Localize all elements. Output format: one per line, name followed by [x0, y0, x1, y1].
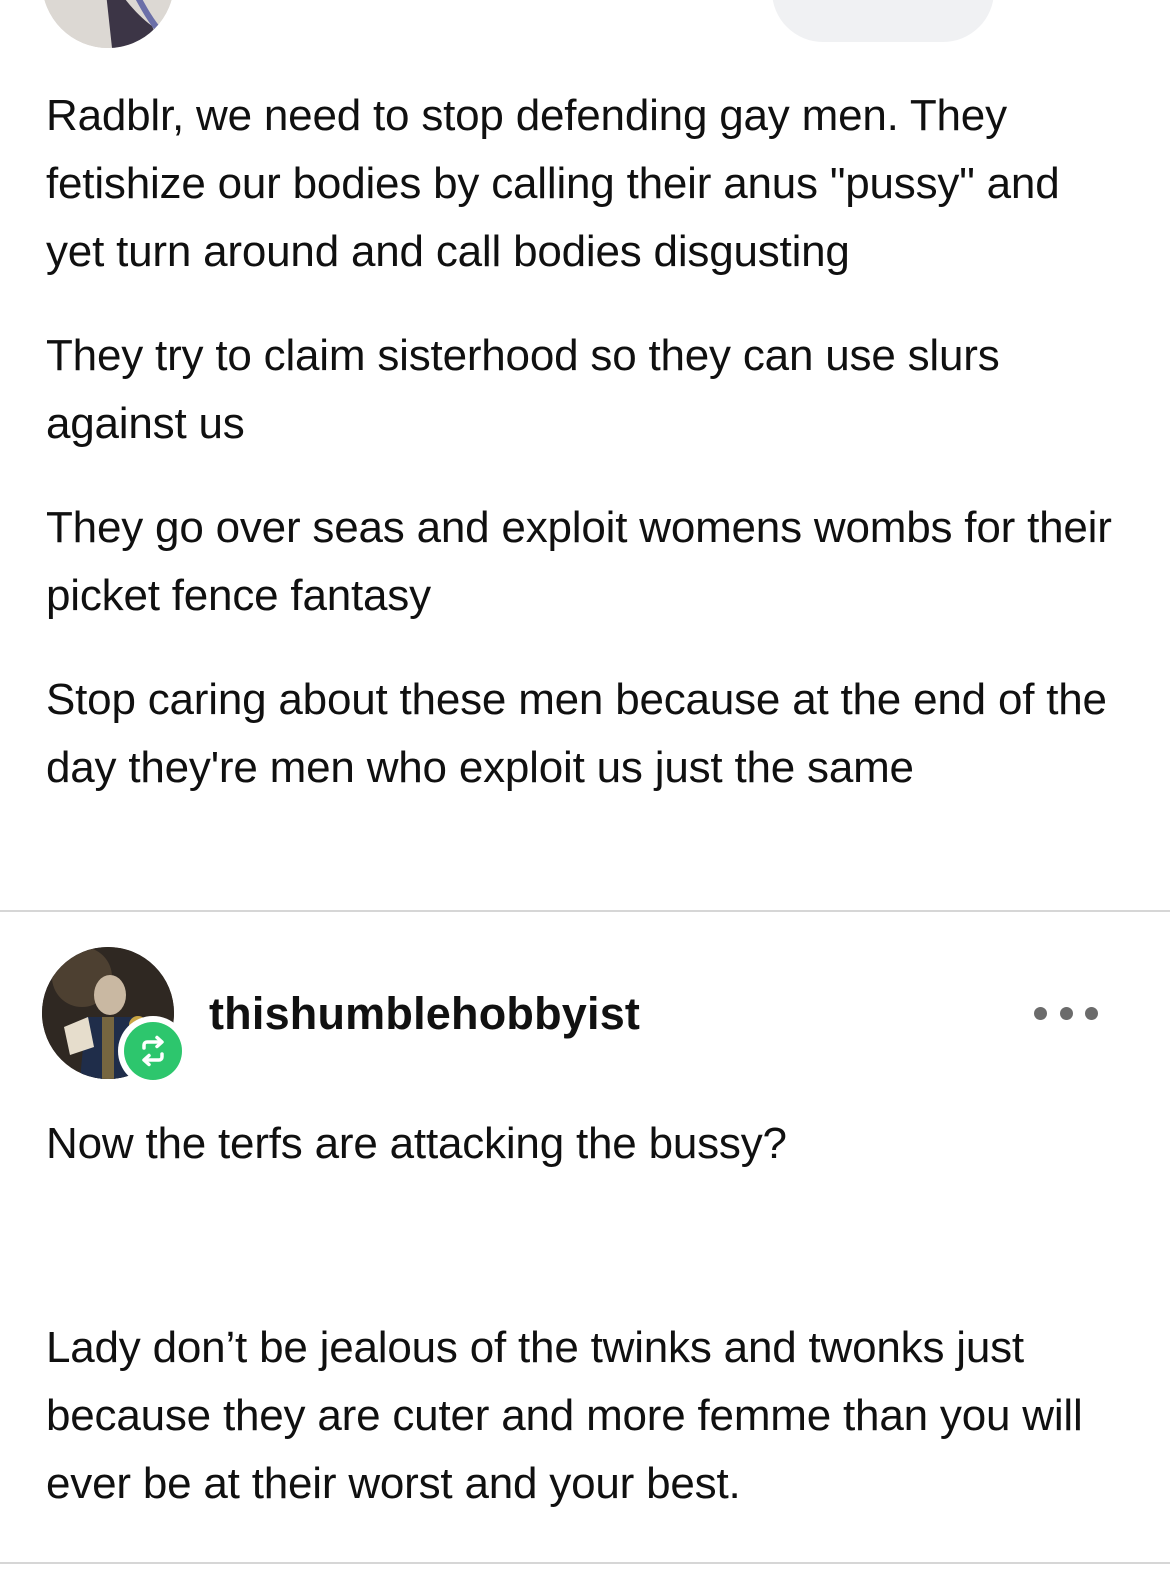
post-divider	[0, 1562, 1170, 1564]
reblog-icon	[142, 1035, 164, 1067]
post-paragraph: Radblr, we need to stop defending gay me…	[46, 91, 1060, 276]
reblogger-username[interactable]: thishumblehobbyist	[209, 986, 640, 1042]
post-paragraph: Stop caring about these men because at t…	[46, 675, 1107, 792]
follow-button[interactable]	[772, 0, 994, 42]
reblog-body: Now the terfs are attacking the bussy? L…	[46, 1110, 1126, 1518]
original-poster-avatar[interactable]	[42, 0, 174, 48]
original-poster-username-fragment: ​	[208, 0, 728, 8]
original-post-body: Radblr, we need to stop defending gay me…	[46, 82, 1126, 802]
post-paragraph: They try to claim sisterhood so they can…	[46, 331, 1000, 448]
reblog-badge	[118, 1016, 188, 1086]
reblog-paragraph: Now the terfs are attacking the bussy?	[46, 1119, 787, 1168]
reblog-paragraph: Lady don’t be jealous of the twinks and …	[46, 1323, 1083, 1508]
post-paragraph: They go over seas and exploit womens wom…	[46, 503, 1112, 620]
more-options-icon[interactable]	[1034, 995, 1098, 1031]
post-divider	[0, 910, 1170, 912]
